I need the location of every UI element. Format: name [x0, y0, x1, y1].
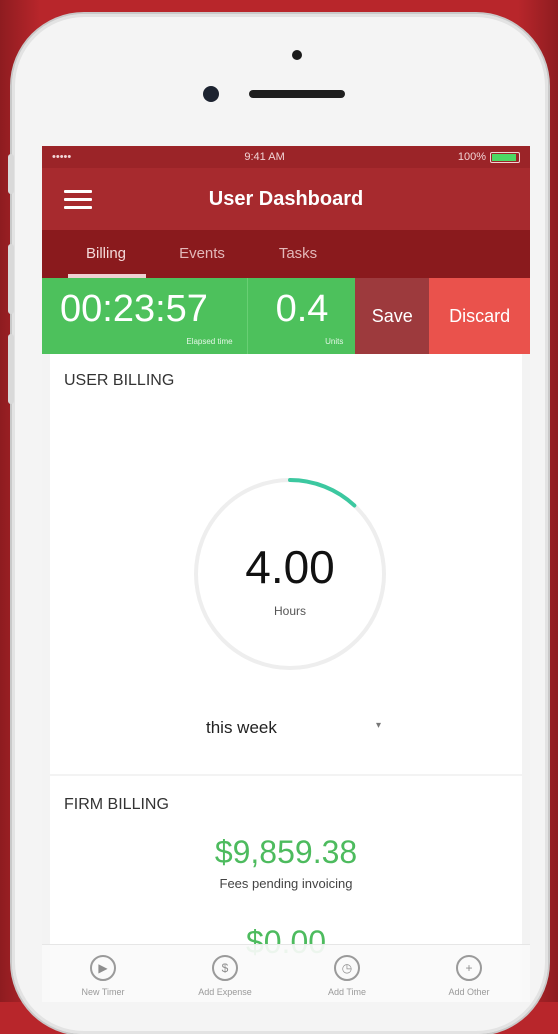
mute-switch: [8, 154, 14, 194]
user-billing-card: USER BILLING 4.00 Hours this week ▾: [50, 354, 522, 774]
units-display: 0.4 Units: [246, 278, 356, 354]
elapsed-time-value: 00:23:57: [60, 288, 208, 330]
tab-billing[interactable]: Billing: [58, 230, 154, 278]
fees-pending-label: Fees pending invoicing: [219, 876, 353, 891]
battery-icon: [489, 151, 520, 163]
dollar-icon: $: [212, 955, 238, 981]
add-time-label: Add Time: [327, 987, 367, 997]
fees-pending-value: $9,859.38: [214, 834, 358, 870]
status-time: 9:41 AM: [244, 151, 285, 163]
play-icon: ▶: [90, 955, 116, 981]
tab-events[interactable]: Events: [154, 230, 250, 278]
tab-bar: Billing Events Tasks: [42, 230, 530, 278]
plus-icon: +: [456, 955, 482, 981]
firm-billing-title: FIRM BILLING: [64, 796, 169, 813]
add-other-label: Add Other: [448, 987, 490, 997]
app-screen: ••••• 9:41 AM 100% User Dashboard Billin…: [42, 146, 530, 1002]
new-timer-label: New Timer: [81, 987, 125, 997]
user-billing-title: USER BILLING: [64, 372, 175, 389]
elapsed-time-label: Elapsed time: [186, 337, 233, 346]
gauge-progress-arc: [288, 478, 357, 508]
period-select[interactable]: this week: [206, 718, 277, 738]
battery-fill: [491, 153, 516, 161]
hours-unit: Hours: [273, 604, 306, 618]
carrier-signal: •••••: [52, 151, 72, 163]
chevron-down-icon[interactable]: ▾: [376, 720, 381, 731]
proximity-sensor: [292, 50, 302, 60]
menu-icon-bar: [64, 190, 92, 193]
add-other-button[interactable]: + Add Other: [414, 945, 524, 997]
volume-down-button: [8, 334, 14, 404]
front-camera: [203, 86, 219, 102]
add-expense-button[interactable]: $ Add Expense: [170, 945, 280, 997]
menu-icon-bar: [64, 198, 92, 201]
save-button[interactable]: Save: [355, 278, 430, 354]
earpiece-speaker: [249, 90, 345, 98]
hours-value: 4.00: [245, 541, 335, 593]
nav-bar: User Dashboard: [42, 168, 530, 230]
page-title: User Dashboard: [208, 187, 364, 210]
status-bar: ••••• 9:41 AM 100%: [42, 146, 530, 168]
discard-button[interactable]: Discard: [429, 278, 530, 354]
timer-bar: 00:23:57 Elapsed time 0.4 Units Save Dis…: [42, 278, 530, 354]
add-time-button[interactable]: ◷ Add Time: [292, 945, 402, 997]
battery-percent: 100%: [457, 151, 486, 163]
clock-icon: ◷: [334, 955, 360, 981]
menu-icon-bar: [64, 206, 92, 209]
menu-icon[interactable]: [64, 190, 92, 209]
elapsed-time-display: 00:23:57 Elapsed time: [42, 278, 247, 354]
volume-up-button: [8, 244, 14, 314]
bottom-action-bar: ▶ New Timer $ Add Expense ◷ Add Time + A…: [42, 944, 530, 1002]
new-timer-button[interactable]: ▶ New Timer: [48, 945, 158, 997]
add-expense-label: Add Expense: [198, 987, 252, 997]
units-label: Units: [325, 337, 344, 346]
tab-tasks[interactable]: Tasks: [250, 230, 346, 278]
status-right: 100%: [458, 151, 520, 163]
units-value: 0.4: [275, 288, 329, 330]
